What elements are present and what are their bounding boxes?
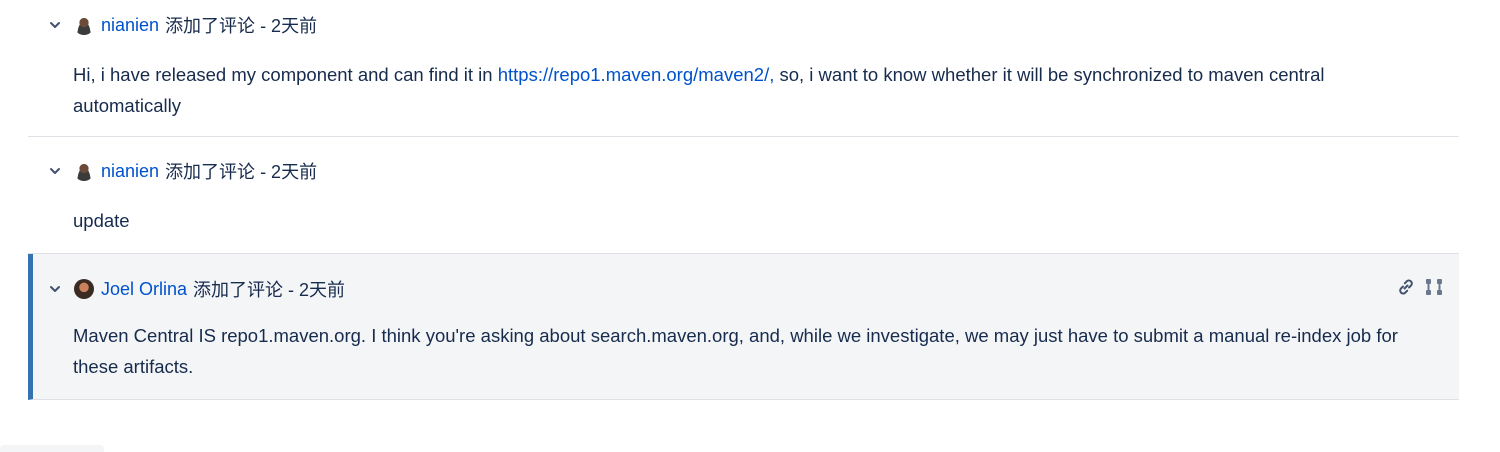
chevron-down-icon[interactable] <box>48 164 62 178</box>
comment-highlighted: Joel Orlina 添加了评论 - 2天前 Maven Central IS… <box>28 254 1459 400</box>
comment-action-text: 添加了评论 - 2天前 <box>193 280 346 300</box>
comment-author-link[interactable]: nianien <box>101 15 159 36</box>
comment-author-link[interactable]: nianien <box>101 161 159 182</box>
comment-body: Hi, i have released my component and can… <box>73 59 1435 121</box>
branch-icon[interactable] <box>1423 276 1445 298</box>
comment: nianien 添加了评论 - 2天前 Hi, i have released … <box>28 0 1459 137</box>
avatar[interactable] <box>74 279 94 299</box>
avatar[interactable] <box>74 15 94 35</box>
activity-stream: nianien 添加了评论 - 2天前 Hi, i have released … <box>28 0 1459 400</box>
comment-body: update <box>73 210 130 231</box>
comment-action-text: 添加了评论 - 2天前 <box>165 162 318 182</box>
chevron-down-icon[interactable] <box>48 18 62 32</box>
chevron-down-icon[interactable] <box>48 282 62 296</box>
comment-header: Joel Orlina 添加了评论 - 2天前 <box>48 277 345 301</box>
bottom-tab[interactable] <box>0 445 104 452</box>
comment-header: nianien 添加了评论 - 2天前 <box>48 13 317 37</box>
comment-body: Maven Central IS repo1.maven.org. I thin… <box>73 325 1398 377</box>
comment-link[interactable]: https://repo1.maven.org/maven2/, <box>498 64 775 85</box>
comment: nianien 添加了评论 - 2天前 update <box>28 137 1459 254</box>
comment-text: Hi, i have released my component and can… <box>73 64 498 85</box>
comment-action-text: 添加了评论 - 2天前 <box>165 16 318 36</box>
permalink-icon[interactable] <box>1395 276 1417 298</box>
comment-author-link[interactable]: Joel Orlina <box>101 279 187 300</box>
comment-tools <box>1395 276 1445 298</box>
avatar[interactable] <box>74 161 94 181</box>
comment-header: nianien 添加了评论 - 2天前 <box>48 159 317 183</box>
